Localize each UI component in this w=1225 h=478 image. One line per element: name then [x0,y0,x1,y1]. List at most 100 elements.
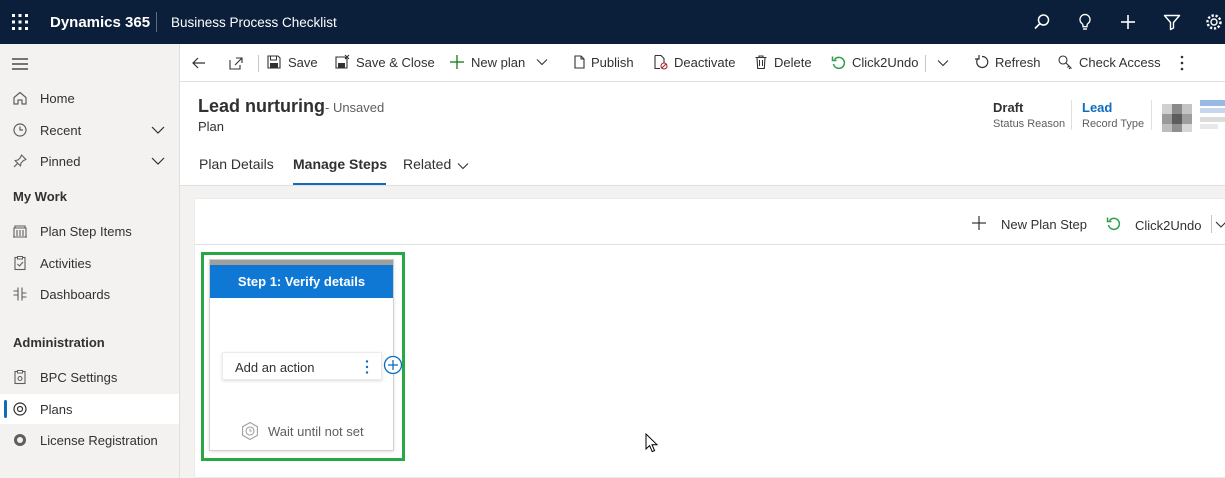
lightbulb-icon[interactable] [1075,12,1095,32]
check-access-button[interactable]: Check Access [1057,44,1161,82]
trash-icon [755,55,767,70]
divider [156,12,157,32]
delete-label: Delete [774,55,812,70]
divider [258,55,259,72]
tab-manage-steps[interactable]: Manage Steps [293,156,387,172]
save-close-label: Save & Close [356,55,435,70]
step-card[interactable]: Step 1: Verify details Add an action Wai… [209,259,403,451]
nav-item-plans[interactable]: Plans [0,394,179,424]
click2undo-button[interactable]: Click2Undo [831,44,919,82]
nav-item-plan-step-items[interactable]: Plan Step Items [0,216,179,246]
filter-icon[interactable] [1162,12,1182,32]
nav-label: Pinned [40,154,81,169]
plus-icon[interactable] [1118,12,1138,32]
entity-name: Plan [198,119,225,134]
app-launcher-icon[interactable] [11,13,29,31]
open-in-new-window-icon[interactable] [228,55,244,71]
back-arrow-icon[interactable] [191,55,207,71]
check-access-label: Check Access [1079,55,1161,70]
new-plan-button[interactable]: New plan [449,44,549,82]
steps-command-bar: New Plan Step Click2Undo [195,199,1225,245]
owner-avatar[interactable] [1160,100,1196,136]
nav-item-activities[interactable]: Activities [0,248,179,278]
nav-item-home[interactable]: Home [0,83,179,113]
more-options-icon[interactable] [364,359,370,375]
plus-icon [972,216,986,230]
save-close-icon [335,54,350,69]
tab-plan-details[interactable]: Plan Details [199,156,274,172]
add-action-field[interactable]: Add an action [222,352,382,380]
divider [1211,215,1212,233]
chevron-down-icon[interactable] [457,160,469,172]
app-name[interactable]: Business Process Checklist [171,15,337,30]
mouse-cursor-icon [645,433,658,453]
record-type-value[interactable]: Lead [1082,100,1112,115]
pin-icon [13,154,27,168]
nav-label: Home [40,91,75,106]
divider [1151,100,1152,130]
save-icon [267,55,281,69]
nav-label: Plans [40,402,73,417]
save-label: Save [288,55,318,70]
add-action-label: Add an action [235,360,315,375]
search-icon[interactable] [1032,12,1052,32]
deactivate-button[interactable]: Deactivate [652,44,736,82]
nav-label: Activities [40,256,92,271]
unsaved-indicator: - Unsaved [325,100,385,115]
tab-related[interactable]: Related [403,156,451,172]
nav-section-my-work: My Work [13,189,67,204]
publish-icon [574,55,585,69]
chevron-down-icon[interactable] [1215,219,1225,230]
top-navigation-bar: Dynamics 365 Business Process Checklist [0,0,1225,44]
undo-icon [831,56,846,70]
click2undo-label: Click2Undo [1135,218,1202,233]
click2undo-label: Click2Undo [852,55,919,70]
divider [1071,100,1072,130]
more-commands-icon[interactable] [1178,54,1186,72]
selected-indicator [4,400,7,418]
settings-icon[interactable] [1204,12,1224,32]
nav-item-recent[interactable]: Recent [0,115,179,145]
chevron-down-icon[interactable] [151,155,165,167]
save-and-close-button[interactable]: Save & Close [334,44,435,82]
nav-label: License Registration [40,433,158,448]
divider [925,55,926,72]
nav-item-dashboards[interactable]: Dashboards [0,279,179,309]
plus-icon [450,55,464,69]
plan-icon [13,402,27,416]
publish-button[interactable]: Publish [571,44,635,82]
command-bar: Save Save & Close New plan Publish Deact… [180,44,1225,82]
owner-name-blurred[interactable] [1200,100,1225,130]
brand-name[interactable]: Dynamics 365 [50,14,150,31]
refresh-label: Refresh [995,55,1041,70]
new-plan-step-button[interactable]: New Plan Step [972,199,1087,245]
chevron-down-icon[interactable] [937,57,949,69]
delete-button[interactable]: Delete [753,44,815,82]
building-icon [13,225,27,238]
publish-label: Publish [591,55,634,70]
status-reason-value[interactable]: Draft [993,100,1023,115]
nav-section-administration: Administration [13,335,105,350]
wait-condition-label[interactable]: Wait until not set [268,424,364,439]
nav-item-pinned[interactable]: Pinned [0,146,179,176]
hamburger-menu-icon[interactable] [12,57,28,71]
click2undo-button[interactable]: Click2Undo [1106,199,1202,245]
chevron-down-icon[interactable] [151,124,165,136]
record-title: Lead nurturing [198,96,325,116]
refresh-button[interactable]: Refresh [974,44,1041,82]
record-header: Lead nurturing - Unsaved Plan Draft Stat… [180,82,1225,186]
add-action-circle-icon[interactable] [383,355,403,375]
record-type-label: Record Type [1082,118,1145,130]
refresh-icon [975,55,989,69]
clock-icon [13,123,27,137]
active-tab-indicator [293,183,386,185]
save-button[interactable]: Save [266,44,322,82]
home-icon [13,91,27,105]
nav-label: Dashboards [40,287,111,302]
clipboard-icon [14,256,26,271]
nav-item-bpc-settings[interactable]: BPC Settings [0,362,179,392]
chevron-down-icon[interactable] [536,56,548,68]
step-title[interactable]: Step 1: Verify details [210,265,393,298]
nav-item-license-registration[interactable]: License Registration [0,425,179,455]
new-plan-step-label: New Plan Step [1001,217,1087,232]
